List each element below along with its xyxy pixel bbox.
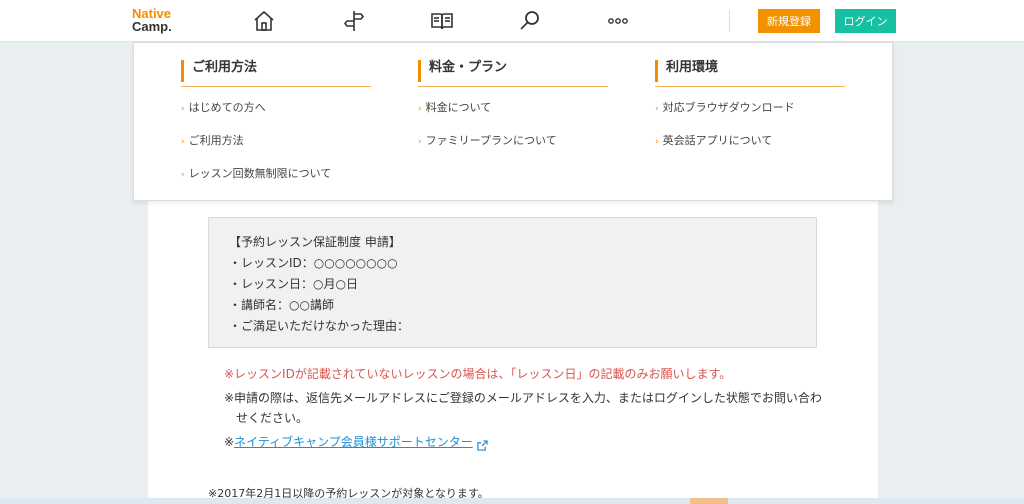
chevron-right-icon: › [655,137,659,147]
menu-item-unlimited-lessons[interactable]: › レッスン回数無制限について [181,167,371,182]
menu-item-app[interactable]: › 英会話アプリについて [655,134,845,149]
application-line-teacher: ・講師名：○○講師 [229,298,334,312]
menu-column-usage: ご利用方法 › はじめての方へ › ご利用方法 › レッスン回数無制限について [181,60,371,200]
more-icon[interactable] [605,8,631,34]
site-header: Native Camp. 新規登録 ログイン [0,0,1024,42]
native-camp-logo[interactable]: Native Camp. [132,7,172,33]
nav-dropdown-menu: ご利用方法 › はじめての方へ › ご利用方法 › レッスン回数無制限について 料金・… [133,42,893,201]
chevron-right-icon: › [418,104,422,114]
menu-heading-underline [655,86,845,87]
chevron-right-icon: › [418,137,422,147]
application-line-reason: ・ご満足いただけなかった理由： [229,319,410,333]
signpost-icon[interactable] [341,8,367,34]
menu-heading-usage: ご利用方法 [181,60,371,82]
search-icon[interactable] [517,8,543,34]
bottom-accent [690,498,728,504]
menu-heading-environment: 利用環境 [655,60,845,82]
menu-heading-underline [181,86,371,87]
bottom-edge [0,498,1024,504]
menu-item-pricing[interactable]: › 料金について [418,101,608,116]
header-divider [729,10,730,32]
login-button[interactable]: ログイン [835,9,896,33]
note-apply-instructions: ※申請の際は、返信先メールアドレスにご登録のメールアドレスを入力、またはログイン… [224,391,822,425]
note-lesson-id-warning: ※レッスンIDが記載されていないレッスンの場合は、「レッスン日」の記載のみお願い… [224,367,732,381]
menu-item-browser-download[interactable]: › 対応ブラウザダウンロード [655,101,845,116]
external-link-icon [477,437,488,451]
chevron-right-icon: › [181,137,185,147]
logo-line2: Camp. [132,19,172,34]
note-support-link: ※ネイティブキャンプ会員様サポートセンター [224,432,824,452]
menu-item-how-to-use[interactable]: › ご利用方法 [181,134,371,149]
application-title: 【予約レッスン保証制度 申請】 [229,235,401,249]
menu-heading-pricing: 料金・プラン [418,60,608,82]
menu-item-family-plan[interactable]: › ファミリープランについて [418,134,608,149]
register-button[interactable]: 新規登録 [758,9,820,33]
menu-column-pricing: 料金・プラン › 料金について › ファミリープランについて [418,60,608,167]
application-template-box: 【予約レッスン保証制度 申請】 ・レッスンID：○○○○○○○○ ・レッスン日：… [208,217,817,348]
notes: ※レッスンIDが記載されていないレッスンの場合は、「レッスン日」の記載のみお願い… [224,364,824,452]
support-center-link[interactable]: ネイティブキャンプ会員様サポートセンター [234,435,473,449]
book-icon[interactable] [429,8,455,34]
application-line-lesson-date: ・レッスン日：○月○日 [229,277,358,291]
content-card: 【予約レッスン保証制度 申請】 ・レッスンID：○○○○○○○○ ・レッスン日：… [148,195,878,504]
chevron-right-icon: › [181,170,185,180]
note-link-prefix: ※ [224,435,235,449]
menu-column-environment: 利用環境 › 対応ブラウザダウンロード › 英会話アプリについて [655,60,845,167]
chevron-right-icon: › [655,104,659,114]
menu-heading-underline [418,86,608,87]
home-icon[interactable] [251,8,277,34]
application-line-lesson-id: ・レッスンID：○○○○○○○○ [229,256,398,270]
menu-item-first-time[interactable]: › はじめての方へ [181,101,371,116]
chevron-right-icon: › [181,104,185,114]
